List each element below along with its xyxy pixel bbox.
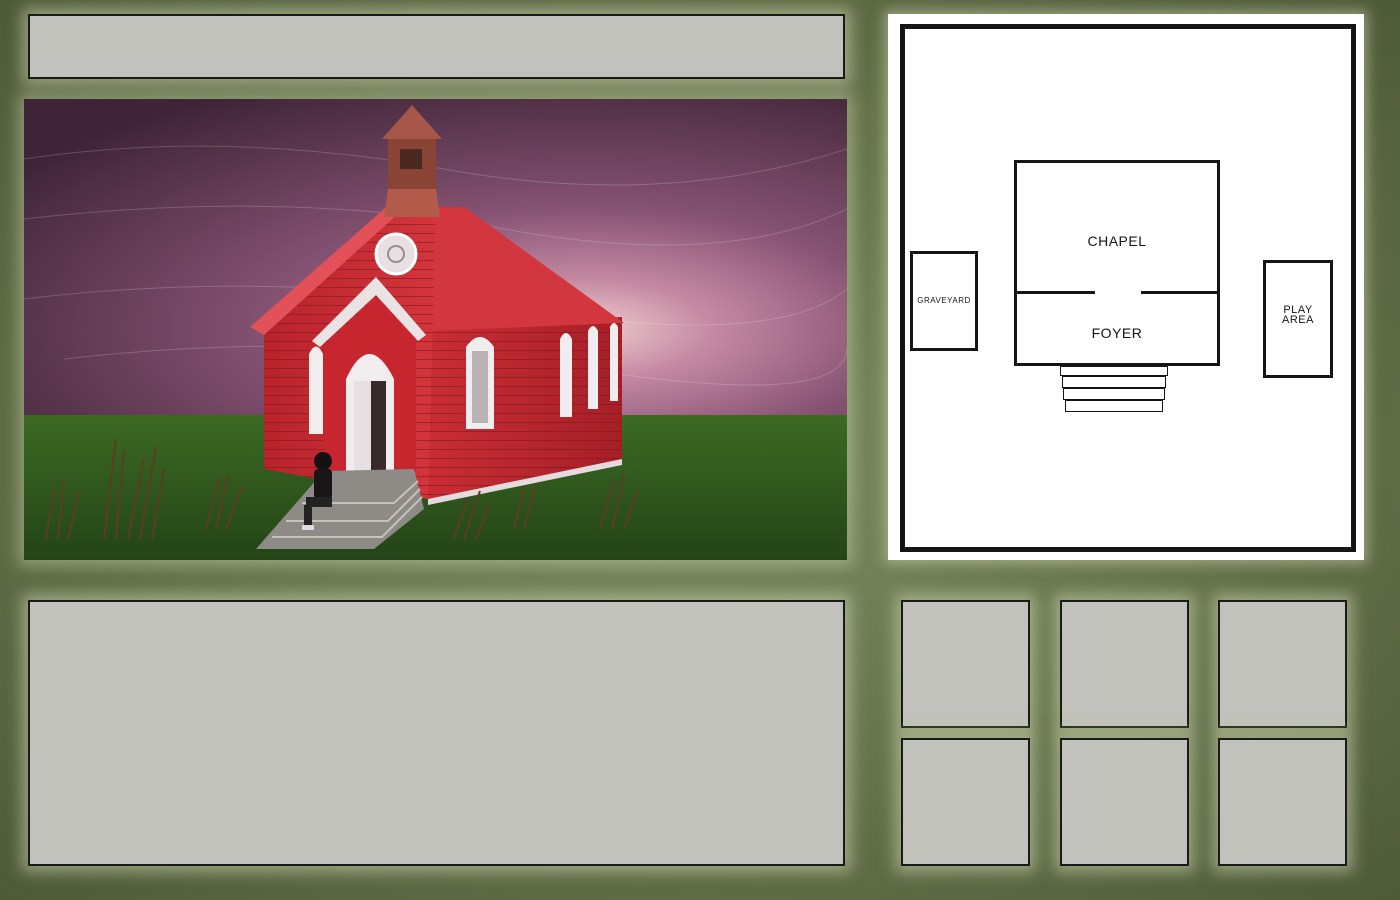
dialogue-box: [28, 600, 845, 866]
foyer-label: FOYER: [1091, 325, 1143, 341]
play-area-label-line2: AREA: [1282, 314, 1314, 326]
church-scene-image: [24, 99, 847, 560]
map-steps: [1060, 366, 1172, 416]
chapel-divider-right: [1141, 291, 1220, 294]
chapel-label: CHAPEL: [1087, 233, 1147, 249]
window-side-1: [560, 333, 572, 417]
inventory-slot-4[interactable]: [901, 738, 1030, 866]
inventory-slot-5[interactable]: [1060, 738, 1189, 866]
inventory-slot-2[interactable]: [1060, 600, 1189, 728]
chapel-divider-left: [1017, 291, 1095, 294]
inventory-slot-1[interactable]: [901, 600, 1030, 728]
window-side-2: [588, 326, 598, 409]
window-left: [309, 346, 323, 434]
scene-view[interactable]: [24, 99, 847, 560]
map-frame: CHAPEL FOYER GRAVEYARD PLAY AREA: [900, 24, 1356, 552]
map-room-chapel[interactable]: CHAPEL FOYER: [1014, 160, 1220, 366]
map-room-graveyard[interactable]: GRAVEYARD: [910, 251, 978, 351]
title-bar: [28, 14, 845, 79]
inventory-slot-6[interactable]: [1218, 738, 1347, 866]
window-side-3: [610, 323, 618, 401]
graveyard-label: GRAVEYARD: [917, 296, 971, 305]
inventory-slot-3[interactable]: [1218, 600, 1347, 728]
map-room-play-area[interactable]: PLAY AREA: [1263, 260, 1333, 378]
rose-window: [374, 232, 418, 276]
map-panel: CHAPEL FOYER GRAVEYARD PLAY AREA: [888, 14, 1364, 560]
